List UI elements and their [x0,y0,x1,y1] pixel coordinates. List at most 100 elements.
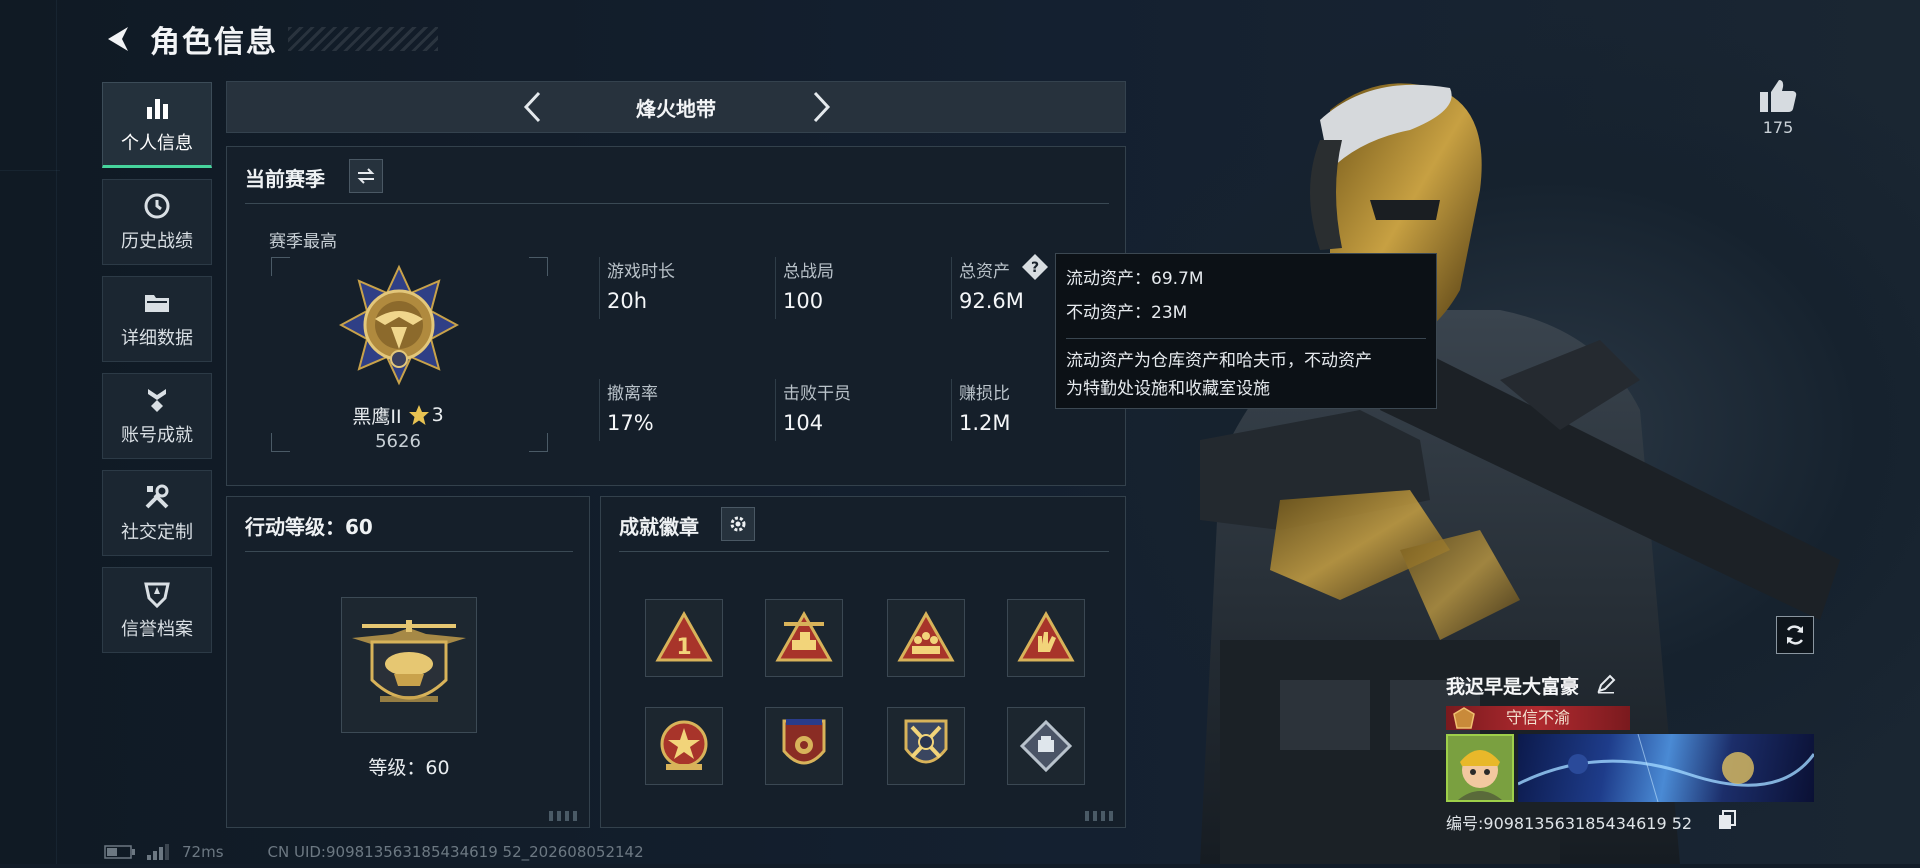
nav-item-label: 社交定制 [121,522,193,543]
divider [1066,338,1426,339]
badge-hand[interactable] [1007,599,1085,677]
uid-text: CN UID:909813563185434619 52_20260805214… [267,843,644,861]
stat-separator [599,257,600,319]
action-level-title: 行动等级：60 [245,515,373,539]
status-footer: 72ms CN UID:909813563185434619 52_202608… [104,842,644,862]
frame-corner [271,257,290,276]
stat-separator [775,257,776,319]
nav-item-label: 账号成就 [121,425,193,446]
wrench-icon [143,482,171,512]
stat-value: 1.2M [959,411,1011,435]
folder-icon [143,288,171,318]
stat-label: 击败干员 [783,384,851,404]
divider [619,551,1109,552]
swap-season-icon[interactable] [349,159,383,193]
nav-item-label: 历史战绩 [121,231,193,252]
badge-star-emblem[interactable] [645,707,723,785]
grid-line [0,170,60,171]
stat-value: 104 [783,411,824,435]
signal-icon [147,844,169,860]
like-button[interactable]: 175 [1758,78,1798,137]
clock-icon [143,191,171,221]
divider [245,203,1109,204]
stat-label: 赚损比 [959,384,1010,404]
nav-item-label: 个人信息 [121,133,193,154]
tooltip-liquid-assets: 流动资产：69.7M [1066,269,1204,289]
badges-title: 成就徽章 [619,515,699,539]
mode-selector: 烽火地带 [226,81,1126,133]
svg-text:1: 1 [676,635,691,660]
refresh-icon[interactable] [1776,616,1814,654]
player-avatar[interactable] [1446,734,1514,802]
badge-diamond[interactable] [1007,707,1085,785]
help-icon[interactable]: ? [1021,253,1049,281]
bar-chart-icon [144,93,170,123]
action-level-text: 等级：60 [368,757,450,779]
nav-item-detailed-data[interactable]: 详细数据 [102,276,212,362]
badge-tank[interactable] [765,599,843,677]
player-name: 我迟早是大富豪 [1446,676,1580,698]
badge-shield[interactable] [765,707,843,785]
assets-tooltip: 流动资产：69.7M 不动资产：23M 流动资产为仓库资产和哈夫币，不动资产 为… [1055,253,1437,409]
action-level-panel: 行动等级：60 等级：60 [226,496,590,828]
rank-emblem-icon [338,263,460,395]
grid-line [56,0,57,864]
nav-item-social-custom[interactable]: 社交定制 [102,470,212,556]
svg-text:?: ? [1031,260,1039,276]
player-banner-image [1518,734,1814,802]
medal-icon [143,385,171,415]
thumbs-up-icon [1760,80,1797,112]
copy-icon[interactable] [1718,810,1736,834]
frame-corner [271,433,290,452]
badge-squad[interactable] [887,599,965,677]
stat-separator [951,379,952,441]
stat-separator [775,379,776,441]
player-title: 守信不渝 [1505,708,1570,727]
stat-value: 20h [607,289,648,313]
season-best-label: 赛季最高 [269,232,337,252]
nav-item-label: 详细数据 [121,328,193,349]
mode-title: 烽火地带 [636,96,716,121]
stat-label: 总资产 [959,262,1010,282]
badges-panel: 成就徽章 1 [600,496,1126,828]
next-mode-icon[interactable] [805,90,839,124]
season-title: 当前赛季 [245,167,325,191]
stat-separator [951,257,952,319]
nav-item-credit-record[interactable]: 信誉档案 [102,567,212,653]
tooltip-fixed-assets: 不动资产：23M [1066,303,1188,323]
stat-label: 撤离率 [607,384,658,404]
previous-mode-icon[interactable] [515,90,549,124]
shield-icon [143,579,171,609]
stat-value: 100 [783,289,824,313]
nav-item-history[interactable]: 历史战绩 [102,179,212,265]
badge-crossed[interactable] [887,707,965,785]
edit-name-pencil-icon[interactable] [1596,674,1616,698]
action-level-emblem-icon [341,597,477,733]
latency-text: 72ms [182,843,224,861]
stat-separator [599,379,600,441]
player-card: 我迟早是大富豪 守信不渝 编号:909813563185434619 52 [1446,672,1814,834]
rank-score: 5626 [375,431,421,452]
nav-item-label: 信誉档案 [121,619,193,640]
rank-stars: 3 [431,404,444,426]
stat-value: 92.6M [959,289,1024,313]
badge-triangle-1[interactable]: 1 [645,599,723,677]
tooltip-description-line-1: 流动资产为仓库资产和哈夫币，不动资产 [1066,351,1372,371]
badge-settings-gear-icon[interactable] [721,507,755,541]
back-arrow-icon[interactable] [100,21,136,57]
title-decoration [288,27,438,51]
frame-corner [529,257,548,276]
nav-item-personal-info[interactable]: 个人信息 [102,82,212,168]
player-id: 编号:909813563185434619 52 [1446,814,1693,833]
stat-label: 总战局 [783,262,834,282]
tooltip-description-line-2: 为特勤处设施和收藏室设施 [1066,379,1270,399]
side-nav: 个人信息 历史战绩 详细数据 账号成就 社交定制 信誉档案 [102,82,212,664]
stat-value: 17% [607,411,654,435]
rank-name: 黑鹰II [352,405,402,428]
nav-item-achievements[interactable]: 账号成就 [102,373,212,459]
rank-line: 黑鹰II 3 [333,401,463,429]
divider [245,551,573,552]
frame-corner [529,433,548,452]
like-count: 175 [1762,118,1794,137]
star-icon [408,405,429,425]
